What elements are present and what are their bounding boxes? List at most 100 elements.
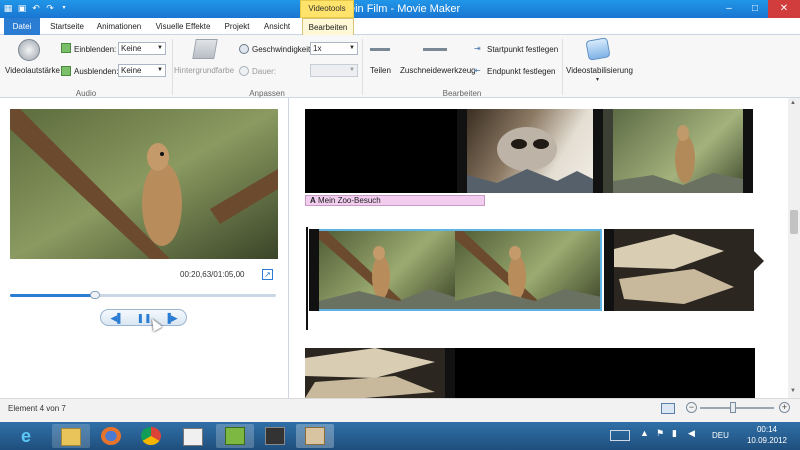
tab-home[interactable]: Startseite: [44, 18, 90, 35]
tab-project[interactable]: Projekt: [218, 18, 256, 35]
caption-bar[interactable]: A Mein Zoo-Besuch: [305, 195, 485, 206]
caption-icon: A: [310, 196, 316, 205]
tab-edit[interactable]: Bearbeiten: [302, 18, 354, 35]
window-title: Mein Film - Movie Maker: [339, 3, 461, 15]
trim-tool-label[interactable]: Zuschneidewerkzeug: [400, 66, 476, 75]
rocks-image: [305, 348, 435, 398]
puzzle-icon: [225, 427, 245, 445]
storyboard-clip-meerkat[interactable]: [613, 109, 743, 193]
fade-in-select[interactable]: Keine ▼: [118, 42, 166, 55]
set-end-point-button[interactable]: Endpunkt festlegen: [487, 67, 556, 76]
zoom-slider-thumb[interactable]: [730, 402, 736, 413]
speed-select[interactable]: 1x ▼: [310, 42, 358, 55]
storyboard-clip-raccoon[interactable]: [467, 109, 593, 193]
clock-time: 00:14: [756, 425, 778, 434]
group-separator: [172, 39, 173, 95]
duration-icon: [239, 66, 249, 76]
clock-date: 10.09.2012: [746, 436, 788, 445]
tab-animations[interactable]: Animationen: [92, 18, 146, 35]
video-stabilization-label[interactable]: Videostabilisierung: [566, 66, 633, 75]
language-indicator[interactable]: DEU: [712, 431, 729, 440]
playback-controls: ◀▌ ❚❚ ▐▶: [100, 309, 187, 326]
scroll-up-icon[interactable]: ▲: [790, 100, 796, 106]
keyboard-icon[interactable]: [610, 430, 630, 441]
scrollbar-thumb[interactable]: [790, 210, 798, 234]
film-strip: [743, 109, 753, 193]
chrome-icon: [141, 427, 161, 445]
network-icon[interactable]: ▮: [672, 428, 677, 439]
movie-maker-icon: [305, 427, 325, 445]
transition-marker[interactable]: [603, 109, 613, 193]
storyboard-clip-black[interactable]: [455, 348, 755, 398]
pane-divider[interactable]: [288, 98, 289, 398]
seek-progress: [10, 294, 95, 297]
taskbar-ie[interactable]: e: [12, 424, 50, 448]
storyboard-clip-black[interactable]: [305, 109, 457, 193]
group-separator: [362, 39, 363, 95]
volume-icon[interactable]: ◀: [688, 428, 695, 439]
flag-icon[interactable]: ⚑: [656, 428, 664, 439]
tab-file[interactable]: Datei: [4, 18, 40, 35]
set-start-point-button[interactable]: Startpunkt festlegen: [487, 45, 558, 54]
video-volume-label[interactable]: Videolautstärke: [5, 66, 60, 75]
movie-maker-window: ▦ ▣ ↶ ↷ ▾ Mein Film - Movie Maker – □ ✕ …: [0, 0, 800, 450]
zoom-slider[interactable]: [700, 407, 774, 409]
split-label[interactable]: Teilen: [370, 66, 391, 75]
storyboard-clip-selected[interactable]: [455, 229, 602, 311]
fade-out-value: Keine: [121, 66, 142, 75]
trim-tool-icon[interactable]: [423, 48, 447, 51]
close-button[interactable]: ✕: [768, 0, 800, 18]
chevron-down-icon[interactable]: ▾: [596, 76, 599, 83]
context-tab-header: Videotools: [300, 0, 354, 18]
taskbar-firefox[interactable]: [92, 424, 130, 448]
duration-select[interactable]: ▼: [310, 64, 358, 77]
film-strip: [457, 109, 467, 193]
storyboard-scrollbar[interactable]: [788, 98, 800, 398]
split-icon[interactable]: [370, 48, 390, 51]
thumbnail-size-icon[interactable]: [661, 403, 675, 414]
minimize-button[interactable]: –: [716, 0, 742, 18]
video-volume-icon[interactable]: [18, 39, 40, 61]
film-strip: [309, 229, 319, 311]
ribbon-tabs: Datei Startseite Animationen Visuelle Ef…: [0, 18, 800, 35]
film-strip: [445, 348, 455, 398]
fade-in-label: Einblenden:: [74, 45, 117, 54]
storyboard-clip-rocks[interactable]: [305, 348, 445, 398]
duration-label: Dauer:: [252, 67, 277, 76]
playhead[interactable]: [306, 227, 308, 330]
fade-out-select[interactable]: Keine ▼: [118, 64, 166, 77]
zoom-out-button[interactable]: −: [686, 402, 697, 413]
storyboard-clip-rocks[interactable]: [614, 229, 754, 311]
show-hidden-icons[interactable]: ▲: [640, 428, 649, 438]
fade-out-label: Ausblenden:: [74, 67, 119, 76]
set-end-icon: ⇤: [474, 66, 481, 75]
maximize-button[interactable]: □: [742, 0, 768, 18]
edit-group-label: Bearbeiten: [442, 89, 482, 98]
firefox-icon: [101, 427, 121, 445]
video-stabilization-icon[interactable]: [585, 37, 611, 61]
raccoon-image: [467, 127, 593, 193]
status-text: Element 4 von 7: [8, 404, 66, 413]
taskbar-chrome[interactable]: [132, 424, 170, 448]
taskbar-explorer[interactable]: [52, 424, 90, 448]
taskbar-app[interactable]: [256, 424, 294, 448]
folder-icon: [61, 428, 81, 446]
previous-frame-button[interactable]: ◀▌: [107, 312, 127, 324]
taskbar-movie-maker[interactable]: [296, 424, 334, 448]
scroll-down-icon[interactable]: ▼: [790, 388, 796, 394]
tab-view[interactable]: Ansicht: [258, 18, 296, 35]
background-color-label: Hintergrundfarbe: [174, 66, 235, 75]
caption-text: Mein Zoo-Besuch: [318, 196, 381, 205]
video-preview[interactable]: [10, 109, 278, 259]
taskbar-app[interactable]: [216, 424, 254, 448]
fullscreen-icon[interactable]: ↗: [262, 269, 273, 280]
tab-visual-effects[interactable]: Visuelle Effekte: [150, 18, 216, 35]
clock[interactable]: 00:14 10.09.2012: [738, 424, 796, 446]
fade-in-value: Keine: [121, 44, 142, 53]
taskbar-app[interactable]: [174, 424, 212, 448]
storyboard-clip-selected[interactable]: [319, 229, 455, 311]
seek-thumb[interactable]: [90, 291, 100, 299]
chevron-down-icon: ▼: [349, 67, 355, 73]
zoom-in-button[interactable]: +: [779, 402, 790, 413]
next-frame-button[interactable]: ▐▶: [161, 312, 181, 324]
